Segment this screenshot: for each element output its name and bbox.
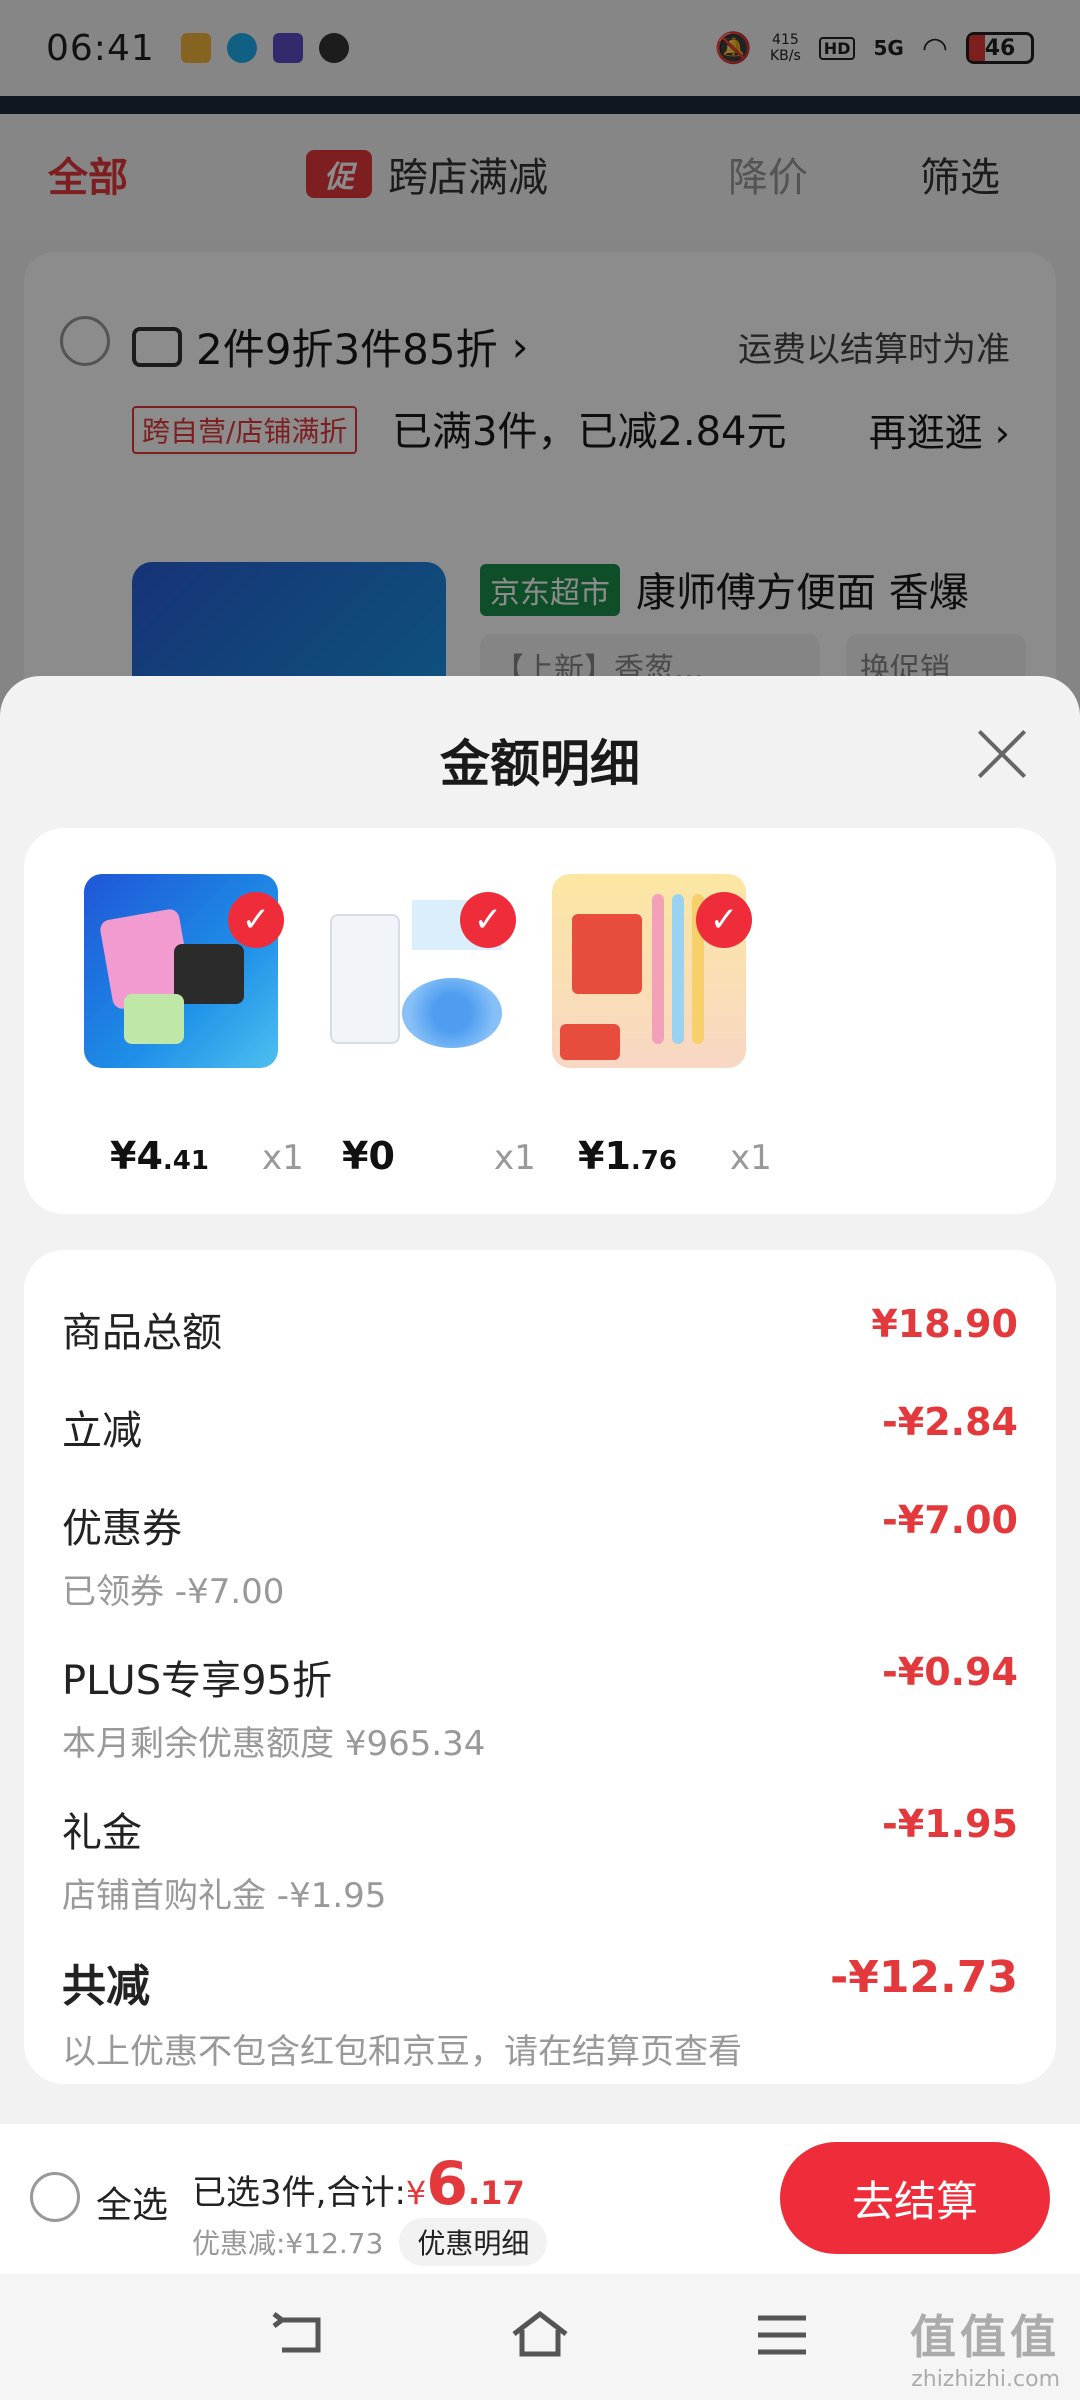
watermark-url: zhizhizhi.com <box>911 2367 1060 2392</box>
good-item[interactable]: ✓ ¥0 x1 <box>316 874 536 1178</box>
coupon-label: 优惠券 <box>62 1506 182 1552</box>
instant-discount-value: -¥2.84 <box>882 1400 1018 1444</box>
checkout-button[interactable]: 去结算 <box>780 2142 1050 2254</box>
instant-discount-row: 立减 -¥2.84 <box>62 1398 1018 1456</box>
back-icon[interactable] <box>270 2310 330 2360</box>
total-discount-row: 共减 -¥12.73 以上优惠不包含红包和京豆，请在结算页查看 <box>62 1950 1018 2073</box>
instant-discount-label: 立减 <box>62 1408 142 1454</box>
system-nav-bar: 值值值 zhizhizhi.com <box>0 2274 1080 2400</box>
select-all-radio[interactable] <box>30 2172 80 2222</box>
gift-label: 礼金 <box>62 1810 142 1856</box>
checked-icon: ✓ <box>460 892 516 948</box>
good-price-int: ¥4 <box>110 1134 163 1178</box>
checked-icon: ✓ <box>228 892 284 948</box>
gift-row: 礼金 -¥1.95 店铺首购礼金 -¥1.95 <box>62 1800 1018 1917</box>
good-qty: x1 <box>730 1138 772 1178</box>
discount-summary: 优惠减:¥12.73 优惠明细 <box>192 2218 548 2266</box>
sheet-title: 金额明细 <box>440 735 640 793</box>
total-dec: .17 <box>468 2174 525 2212</box>
total-summary: 已选3件,合计: ¥ 6 .17 <box>192 2154 525 2214</box>
subtotal-row: 商品总额 ¥18.90 <box>62 1300 1018 1358</box>
good-price-int: ¥1 <box>578 1134 631 1178</box>
gift-sub: 店铺首购礼金 -¥1.95 <box>62 1876 387 1916</box>
good-item[interactable]: ✓ ¥1.76 x1 <box>552 874 772 1178</box>
menu-icon[interactable] <box>752 2310 812 2360</box>
total-int: 6 <box>426 2149 469 2219</box>
good-qty: x1 <box>494 1138 536 1178</box>
close-icon[interactable] <box>974 726 1030 782</box>
goods-card: ✓ ¥4.41 x1 ✓ ¥0 x1 ✓ ¥1.76 x1 <box>24 828 1056 1214</box>
good-price: ¥0 <box>342 1134 395 1178</box>
checkout-bar: 全选 已选3件,合计: ¥ 6 .17 优惠减:¥12.73 优惠明细 去结算 <box>0 2124 1080 2274</box>
amount-detail-card: 商品总额 ¥18.90 立减 -¥2.84 优惠券 -¥7.00 已领券 -¥7… <box>24 1250 1056 2084</box>
gift-value: -¥1.95 <box>882 1802 1018 1846</box>
total-yen: ¥ <box>405 2174 427 2212</box>
plus-discount-row: PLUS专享95折 -¥0.94 本月剩余优惠额度 ¥965.34 <box>62 1648 1018 1765</box>
good-qty: x1 <box>262 1138 304 1178</box>
coupon-sub: 已领券 -¥7.00 <box>62 1572 285 1612</box>
discount-detail-button[interactable]: 优惠明细 <box>399 2218 548 2266</box>
screen: 06:41 🔕 415 KB/s HD 5G ◠ 46 全部 促 跨店满减 降价… <box>0 0 1080 2400</box>
plus-discount-value: -¥0.94 <box>882 1650 1018 1694</box>
coupon-value: -¥7.00 <box>882 1498 1018 1542</box>
select-all-label[interactable]: 全选 <box>96 2176 168 2228</box>
discount-amount: 优惠减:¥12.73 <box>192 2227 384 2260</box>
good-price: ¥1.76 <box>578 1134 677 1178</box>
good-price-dec: .76 <box>630 1146 677 1176</box>
coupon-row: 优惠券 -¥7.00 已领券 -¥7.00 <box>62 1496 1018 1613</box>
checked-icon: ✓ <box>696 892 752 948</box>
plus-discount-label: PLUS专享95折 <box>62 1658 332 1704</box>
total-discount-value: -¥12.73 <box>829 1952 1018 2003</box>
good-price-dec: .41 <box>162 1146 209 1176</box>
good-price: ¥4.41 <box>110 1134 209 1178</box>
total-discount-note: 以上优惠不包含红包和京豆，请在结算页查看 <box>62 2032 742 2072</box>
home-icon[interactable] <box>510 2310 570 2360</box>
good-item[interactable]: ✓ ¥4.41 x1 <box>84 874 304 1178</box>
good-price-int: ¥0 <box>342 1134 395 1178</box>
watermark-title: 值值值 <box>910 2310 1060 2364</box>
plus-discount-sub: 本月剩余优惠额度 ¥965.34 <box>62 1724 486 1764</box>
subtotal-value: ¥18.90 <box>871 1302 1018 1346</box>
selected-count: 已选3件,合计: <box>192 2173 406 2213</box>
watermark: 值值值 zhizhizhi.com <box>910 2301 1060 2392</box>
